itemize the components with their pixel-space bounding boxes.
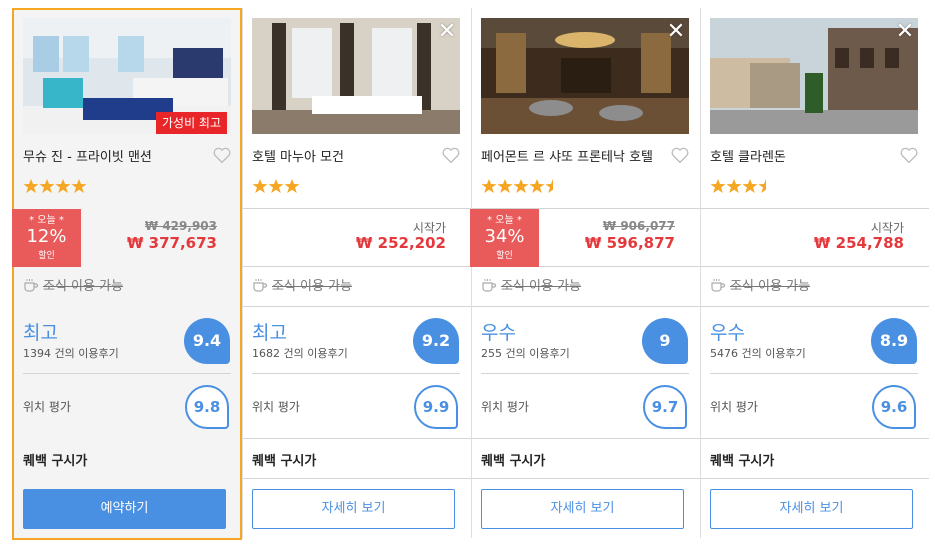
price: ₩ 254,788 (813, 234, 904, 252)
star-icon (710, 179, 726, 193)
rating-word: 우수 (710, 322, 745, 344)
rating-word: 최고 (23, 322, 58, 344)
coffee-cup-icon (711, 278, 726, 292)
today-discount-badge: * 오늘 * 12% 할인 (12, 209, 81, 267)
star-rating (252, 178, 300, 196)
location-rating-label: 위치 평가 (481, 400, 529, 414)
location-rating-label: 위치 평가 (710, 400, 758, 414)
view-details-button[interactable]: 자세히 보기 (252, 489, 455, 529)
review-count[interactable]: 5476 건의 이용후기 (710, 345, 806, 361)
hotel-card[interactable]: 가성비 최고 무슈 진 - 프라이빗 맨션 * 오늘 * 12% 할인 ₩ 42… (0, 0, 242, 554)
star-icon (284, 179, 300, 193)
star-icon (513, 179, 529, 193)
star-icon (742, 179, 758, 193)
breakfast-info: 조식 이용 가능 (23, 275, 123, 294)
today-discount-badge: * 오늘 * 34% 할인 (470, 209, 539, 267)
star-icon (39, 179, 55, 193)
close-icon[interactable]: ✕ (895, 21, 915, 43)
hotel-name[interactable]: 페어몬트 르 샤또 프론테낙 호텔 (481, 146, 653, 165)
star-icon (726, 179, 742, 193)
rating-score: 9 (642, 318, 688, 364)
view-details-button[interactable]: 자세히 보기 (710, 489, 913, 529)
half-star-icon (758, 179, 766, 193)
area-name: 퀘백 구시가 (252, 454, 317, 469)
coffee-cup-icon (482, 278, 497, 292)
price: ₩ 596,877 (584, 234, 675, 252)
star-icon (23, 179, 39, 193)
hotel-name[interactable]: 호텔 마누아 모건 (252, 146, 344, 165)
divider (481, 373, 689, 374)
rating-word: 최고 (252, 322, 287, 344)
rating-score: 9.2 (413, 318, 459, 364)
hotel-photo[interactable] (710, 18, 918, 134)
star-rating (23, 178, 87, 196)
location-rating-score: 9.7 (643, 385, 687, 429)
view-details-button[interactable]: 자세히 보기 (481, 489, 684, 529)
star-icon (268, 179, 284, 193)
review-count[interactable]: 1682 건의 이용후기 (252, 345, 348, 361)
star-icon (481, 179, 497, 193)
hotel-photo[interactable] (481, 18, 689, 134)
location-rating-score: 9.9 (414, 385, 458, 429)
area-name: 퀘백 구시가 (710, 454, 775, 469)
breakfast-info: 조식 이용 가능 (252, 275, 352, 294)
location-rating-label: 위치 평가 (23, 400, 71, 414)
book-button[interactable]: 예약하기 (23, 489, 226, 529)
price: ₩ 252,202 (355, 234, 446, 252)
divider (252, 373, 460, 374)
close-icon[interactable]: ✕ (437, 21, 457, 43)
area-name: 퀘백 구시가 (481, 454, 546, 469)
location-rating-score: 9.6 (872, 385, 916, 429)
location-rating-label: 위치 평가 (252, 400, 300, 414)
hotel-card[interactable]: ✕ 페어몬트 르 샤또 프론테낙 호텔 * 오늘 * 34% 할인 ₩ 906,… (458, 0, 689, 554)
heart-icon[interactable] (899, 146, 919, 164)
half-star-icon (545, 179, 553, 193)
star-rating (710, 178, 774, 196)
original-price: ₩ 906,077 (602, 219, 675, 233)
star-icon (71, 179, 87, 193)
hotel-name[interactable]: 무슈 진 - 프라이빗 맨션 (23, 146, 152, 165)
breakfast-info: 조식 이용 가능 (710, 275, 810, 294)
divider (710, 373, 918, 374)
location-rating-score: 9.8 (185, 385, 229, 429)
rating-score: 8.9 (871, 318, 917, 364)
breakfast-info: 조식 이용 가능 (481, 275, 581, 294)
review-count[interactable]: 255 건의 이용후기 (481, 345, 570, 361)
star-icon (252, 179, 268, 193)
coffee-cup-icon (253, 278, 268, 292)
rating-score: 9.4 (184, 318, 230, 364)
review-count[interactable]: 1394 건의 이용후기 (23, 345, 119, 361)
hotel-card[interactable]: ✕ 호텔 마누아 모건 시작가 ₩ 252,202 조식 이용 가능 최고 16… (229, 0, 460, 554)
hotel-card[interactable]: ✕ 호텔 클라렌돈 시작가 ₩ 254,788 조식 이용 가능 우수 5476… (687, 0, 919, 554)
value-badge: 가성비 최고 (156, 112, 228, 134)
hotel-name[interactable]: 호텔 클라렌돈 (710, 146, 786, 165)
star-icon (497, 179, 513, 193)
hotel-photo[interactable] (252, 18, 460, 134)
close-icon[interactable]: ✕ (666, 21, 686, 43)
star-icon (55, 179, 71, 193)
coffee-cup-icon (24, 278, 39, 292)
original-price: ₩ 429,903 (144, 219, 217, 233)
rating-word: 우수 (481, 322, 516, 344)
star-icon (529, 179, 545, 193)
divider (23, 373, 231, 374)
area-name: 퀘백 구시가 (23, 454, 88, 469)
price: ₩ 377,673 (126, 234, 217, 252)
star-rating (481, 178, 561, 196)
